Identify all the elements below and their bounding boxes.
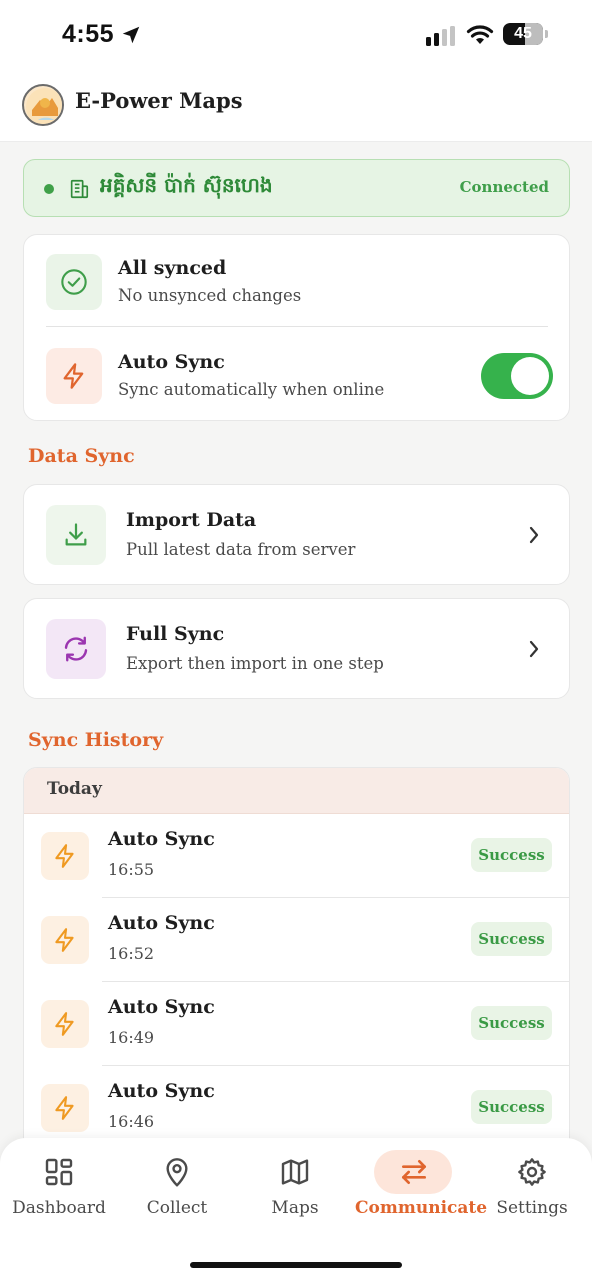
tab-label: Dashboard	[12, 1198, 106, 1218]
battery-level: 45	[514, 25, 532, 42]
auto-sync-title: Auto Sync	[118, 351, 225, 373]
status-bar: 4:55 45	[0, 0, 592, 70]
history-title: Auto Sync	[108, 912, 215, 934]
home-indicator	[190, 1262, 402, 1268]
full-sync-card[interactable]: Full Sync Export then import in one step	[23, 598, 570, 699]
bottom-tab-bar: Dashboard Collect Maps Communicate Setti…	[0, 1138, 592, 1280]
history-time: 16:49	[108, 1028, 155, 1047]
download-icon	[65, 523, 87, 546]
lightning-icon	[55, 844, 74, 868]
history-row: Auto Sync 16:49 Success	[24, 982, 569, 1066]
auto-sync-toggle[interactable]	[481, 353, 553, 399]
lightning-icon	[55, 928, 74, 952]
connection-status-label: Connected	[459, 178, 549, 196]
history-icon-box	[41, 832, 89, 880]
swap-arrows-icon	[394, 1152, 434, 1192]
tab-maps[interactable]: Maps	[236, 1138, 354, 1238]
check-circle-icon	[61, 269, 87, 295]
tab-collect[interactable]: Collect	[118, 1138, 236, 1238]
status-badge: Success	[471, 922, 552, 956]
chevron-right-icon	[529, 640, 539, 658]
tab-label: Settings	[496, 1198, 568, 1218]
connection-banner: អគ្គិសនី ប៉ាក់ ស៊ុនហេង Connected	[23, 159, 570, 217]
history-row: Auto Sync 16:55 Success	[24, 814, 569, 898]
status-time: 4:55	[62, 20, 115, 48]
battery-tip	[545, 30, 548, 38]
app-title: E-Power Maps	[75, 88, 243, 113]
full-sync-title: Full Sync	[126, 623, 225, 645]
tab-dashboard[interactable]: Dashboard	[0, 1138, 118, 1238]
import-data-card[interactable]: Import Data Pull latest data from server	[23, 484, 570, 585]
full-sync-icon-box	[46, 619, 106, 679]
status-badge: Success	[471, 838, 552, 872]
gear-icon	[512, 1152, 552, 1192]
map-icon	[275, 1152, 315, 1192]
full-sync-subtitle: Export then import in one step	[126, 654, 384, 673]
sync-history-section-title: Sync History	[28, 729, 164, 751]
sync-status-card: All synced No unsynced changes Auto Sync…	[23, 234, 570, 421]
refresh-icon	[64, 636, 88, 662]
card-divider	[46, 326, 548, 327]
auto-sync-subtitle: Sync automatically when online	[118, 380, 385, 399]
status-badge: Success	[471, 1006, 552, 1040]
history-icon-box	[41, 916, 89, 964]
connection-status-dot	[44, 184, 54, 194]
data-sync-section-title: Data Sync	[28, 445, 135, 467]
tab-communicate[interactable]: Communicate	[355, 1138, 488, 1238]
history-icon-box	[41, 1000, 89, 1048]
wifi-icon	[466, 25, 494, 44]
app-header: E-Power Maps	[0, 70, 592, 142]
location-arrow-icon	[122, 26, 140, 44]
app-logo-icon	[22, 84, 64, 126]
connection-name: អគ្គិសនី ប៉ាក់ ស៊ុនហេង	[100, 173, 273, 197]
toggle-knob	[511, 357, 549, 395]
chevron-right-icon	[529, 526, 539, 544]
building-icon	[70, 179, 89, 199]
tab-label: Collect	[146, 1198, 208, 1218]
cellular-signal-icon	[426, 26, 455, 46]
tab-label: Communicate	[355, 1198, 488, 1218]
history-time: 16:55	[108, 860, 155, 879]
sync-status-title: All synced	[118, 257, 227, 279]
history-group-label: Today	[47, 779, 102, 799]
tab-settings[interactable]: Settings	[473, 1138, 591, 1238]
history-icon-box	[41, 1084, 89, 1132]
battery-icon: 45	[503, 23, 543, 45]
synced-icon-box	[46, 254, 102, 310]
lightning-icon	[55, 1012, 74, 1036]
map-pin-icon	[157, 1152, 197, 1192]
history-time: 16:46	[108, 1112, 155, 1131]
history-title: Auto Sync	[108, 828, 215, 850]
auto-sync-icon-box	[46, 348, 102, 404]
sync-status-subtitle: No unsynced changes	[118, 286, 302, 305]
history-row: Auto Sync 16:52 Success	[24, 898, 569, 982]
tab-label: Maps	[271, 1198, 319, 1218]
dashboard-grid-icon	[39, 1152, 79, 1192]
history-group-header: Today	[24, 768, 569, 814]
sync-history-list: Today Auto Sync 16:55 Success Auto Sync …	[23, 767, 570, 1147]
history-time: 16:52	[108, 944, 155, 963]
history-row: Auto Sync 16:46 Success	[24, 1066, 569, 1146]
import-data-subtitle: Pull latest data from server	[126, 540, 356, 559]
lightning-icon	[55, 1096, 74, 1120]
import-data-title: Import Data	[126, 509, 257, 531]
history-title: Auto Sync	[108, 1080, 215, 1102]
history-title: Auto Sync	[108, 996, 215, 1018]
import-icon-box	[46, 505, 106, 565]
status-badge: Success	[471, 1090, 552, 1124]
lightning-icon	[63, 363, 84, 389]
